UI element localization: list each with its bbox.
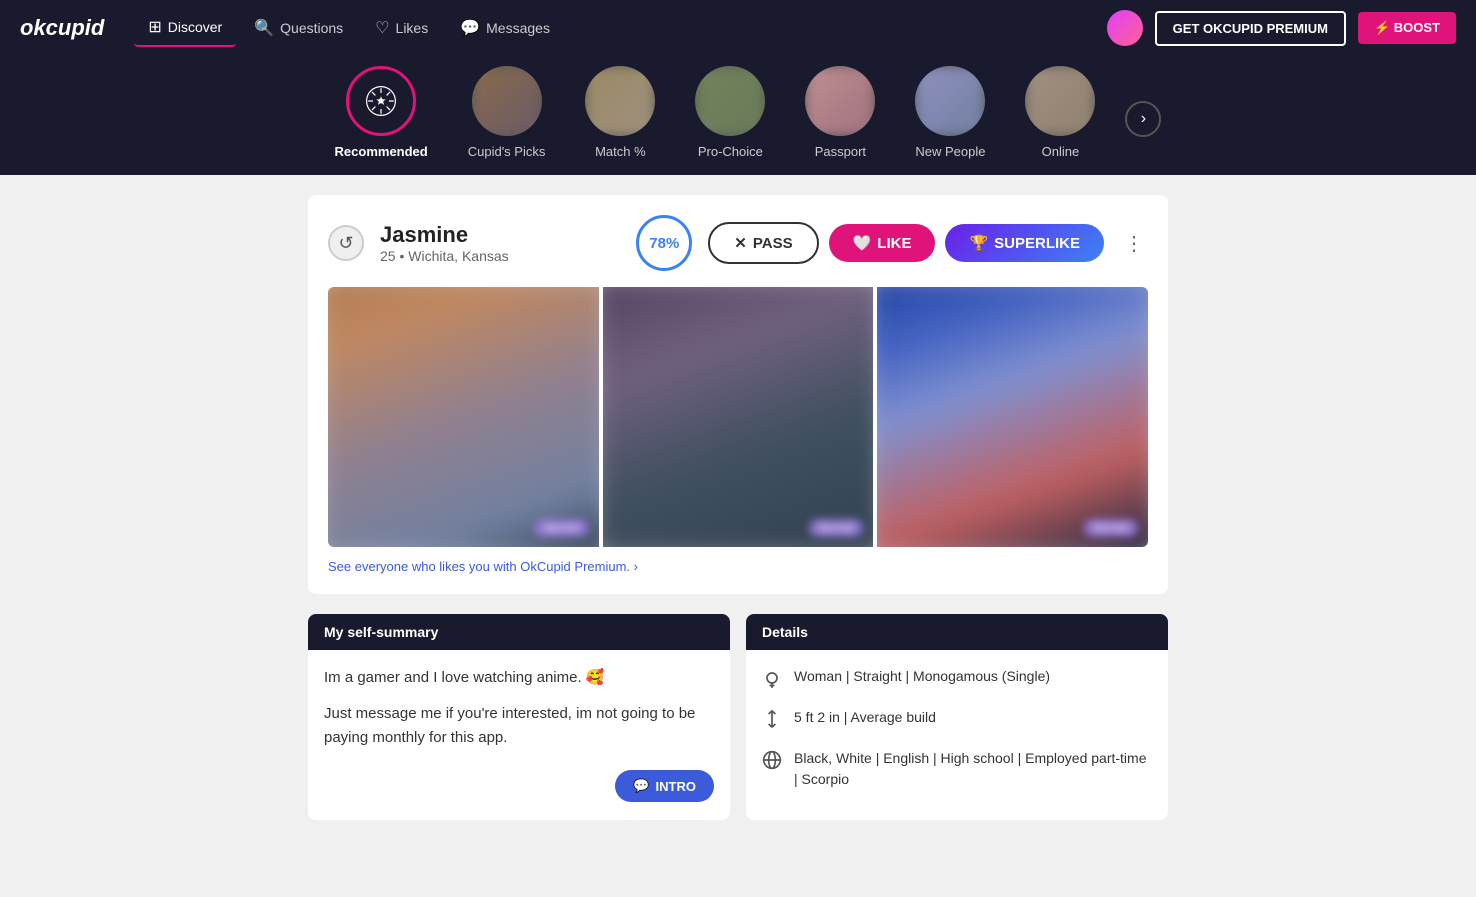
action-buttons: ✕ PASS 🤍 LIKE 🏆 SUPERLIKE — [708, 222, 1104, 264]
gender-icon — [762, 668, 782, 693]
discover-tab-passport[interactable]: Passport — [785, 66, 895, 159]
detail-row-2: Black, White | English | High school | E… — [762, 748, 1152, 790]
more-options-button[interactable]: ⋮ — [1120, 227, 1148, 260]
discover-tab-cupids-picks[interactable]: Cupid's Picks — [448, 66, 566, 159]
discover-tab-new-people[interactable]: New People — [895, 66, 1005, 159]
intro-icon: 💬 — [633, 778, 649, 794]
discover-tab-online[interactable]: Online — [1005, 66, 1115, 159]
match-label: Match % — [595, 144, 646, 159]
match-img — [585, 66, 655, 136]
profile-card: ↺ Jasmine 25 • Wichita, Kansas 78% ✕ PAS… — [308, 195, 1168, 594]
questions-icon: 🔍 — [254, 18, 274, 38]
globe-icon — [762, 750, 782, 775]
pass-button[interactable]: ✕ PASS — [708, 222, 818, 264]
recommended-label: Recommended — [335, 144, 428, 159]
cupids-picks-label: Cupid's Picks — [468, 144, 546, 159]
likes-icon: ♡ — [375, 18, 389, 38]
nav-discover[interactable]: ⊞ Discover — [134, 9, 236, 47]
recommended-icon — [349, 69, 413, 133]
logo: okcupid — [20, 15, 104, 41]
nav-messages[interactable]: 💬 Messages — [446, 9, 564, 47]
undo-button[interactable]: ↺ — [328, 225, 364, 261]
self-summary-header: My self-summary — [308, 614, 730, 650]
passport-label: Passport — [815, 144, 866, 159]
premium-button[interactable]: GET OKCUPID PREMIUM — [1155, 11, 1346, 46]
nav-right: GET OKCUPID PREMIUM ⚡ BOOST — [1107, 10, 1456, 46]
profile-age-location: 25 • Wichita, Kansas — [380, 248, 620, 264]
profile-name: Jasmine — [380, 222, 620, 248]
boost-button[interactable]: ⚡ BOOST — [1358, 12, 1456, 44]
discover-next-button[interactable]: › — [1125, 101, 1161, 137]
details-header: Details — [746, 614, 1168, 650]
new-people-label: New People — [915, 144, 985, 159]
pass-x-icon: ✕ — [734, 234, 747, 252]
detail-height: 5 ft 2 in | Average build — [794, 707, 936, 728]
profile-header: ↺ Jasmine 25 • Wichita, Kansas 78% ✕ PAS… — [328, 215, 1148, 271]
match-percent-circle: 78% — [636, 215, 692, 271]
discover-tab-match[interactable]: Match % — [565, 66, 675, 159]
online-img — [1025, 66, 1095, 136]
superlike-icon: 🏆 — [969, 234, 988, 252]
self-summary-text: Im a gamer and I love watching anime. 🥰 … — [324, 666, 714, 750]
discover-bar: Recommended Cupid's Picks Match % Pro-Ch… — [0, 56, 1476, 175]
superlike-button[interactable]: 🏆 SUPERLIKE — [945, 224, 1104, 262]
profile-photo-1[interactable]: blurred — [328, 287, 599, 547]
photo-badge-2: blurred — [809, 519, 863, 537]
like-button[interactable]: 🤍 LIKE — [829, 224, 936, 262]
detail-row-1: 5 ft 2 in | Average build — [762, 707, 1152, 734]
profile-photo-3[interactable]: blurred — [877, 287, 1148, 547]
main-nav: okcupid ⊞ Discover 🔍 Questions ♡ Likes 💬… — [0, 0, 1476, 56]
detail-ethnicity: Black, White | English | High school | E… — [794, 748, 1152, 790]
self-summary-card: My self-summary Im a gamer and I love wa… — [308, 614, 730, 820]
online-label: Online — [1042, 144, 1080, 159]
nav-items: ⊞ Discover 🔍 Questions ♡ Likes 💬 Message… — [134, 9, 1106, 47]
messages-icon: 💬 — [460, 18, 480, 38]
profile-name-area: Jasmine 25 • Wichita, Kansas — [380, 222, 620, 264]
discover-items: Recommended Cupid's Picks Match % Pro-Ch… — [315, 66, 1162, 159]
like-heart-icon: 🤍 — [853, 234, 872, 252]
discover-tab-pro-choice[interactable]: Pro-Choice — [675, 66, 785, 159]
new-people-img — [915, 66, 985, 136]
pro-choice-img — [695, 66, 765, 136]
profile-photo-2[interactable]: blurred — [603, 287, 874, 547]
pro-choice-label: Pro-Choice — [698, 144, 763, 159]
discover-icon: ⊞ — [148, 17, 161, 37]
self-summary-body: Im a gamer and I love watching anime. 🥰 … — [308, 650, 730, 818]
nav-likes[interactable]: ♡ Likes — [361, 9, 442, 47]
detail-row-0: Woman | Straight | Monogamous (Single) — [762, 666, 1152, 693]
photo-badge-1: blurred — [534, 519, 588, 537]
cupids-picks-img — [472, 66, 542, 136]
details-card: Details Woman | Straight | Monogamous (S… — [746, 614, 1168, 820]
height-icon — [762, 709, 782, 734]
detail-gender: Woman | Straight | Monogamous (Single) — [794, 666, 1050, 687]
info-row: My self-summary Im a gamer and I love wa… — [308, 614, 1168, 820]
main-content: ↺ Jasmine 25 • Wichita, Kansas 78% ✕ PAS… — [288, 175, 1188, 840]
nav-questions[interactable]: 🔍 Questions — [240, 9, 357, 47]
user-avatar[interactable] — [1107, 10, 1143, 46]
intro-button[interactable]: 💬 INTRO — [615, 770, 714, 802]
passport-img — [805, 66, 875, 136]
discover-tab-recommended[interactable]: Recommended — [315, 66, 448, 159]
premium-prompt[interactable]: See everyone who likes you with OkCupid … — [328, 559, 1148, 574]
profile-photos: blurred blurred blurred — [328, 287, 1148, 547]
details-body: Woman | Straight | Monogamous (Single) 5… — [746, 650, 1168, 820]
photo-badge-3: blurred — [1084, 519, 1138, 537]
